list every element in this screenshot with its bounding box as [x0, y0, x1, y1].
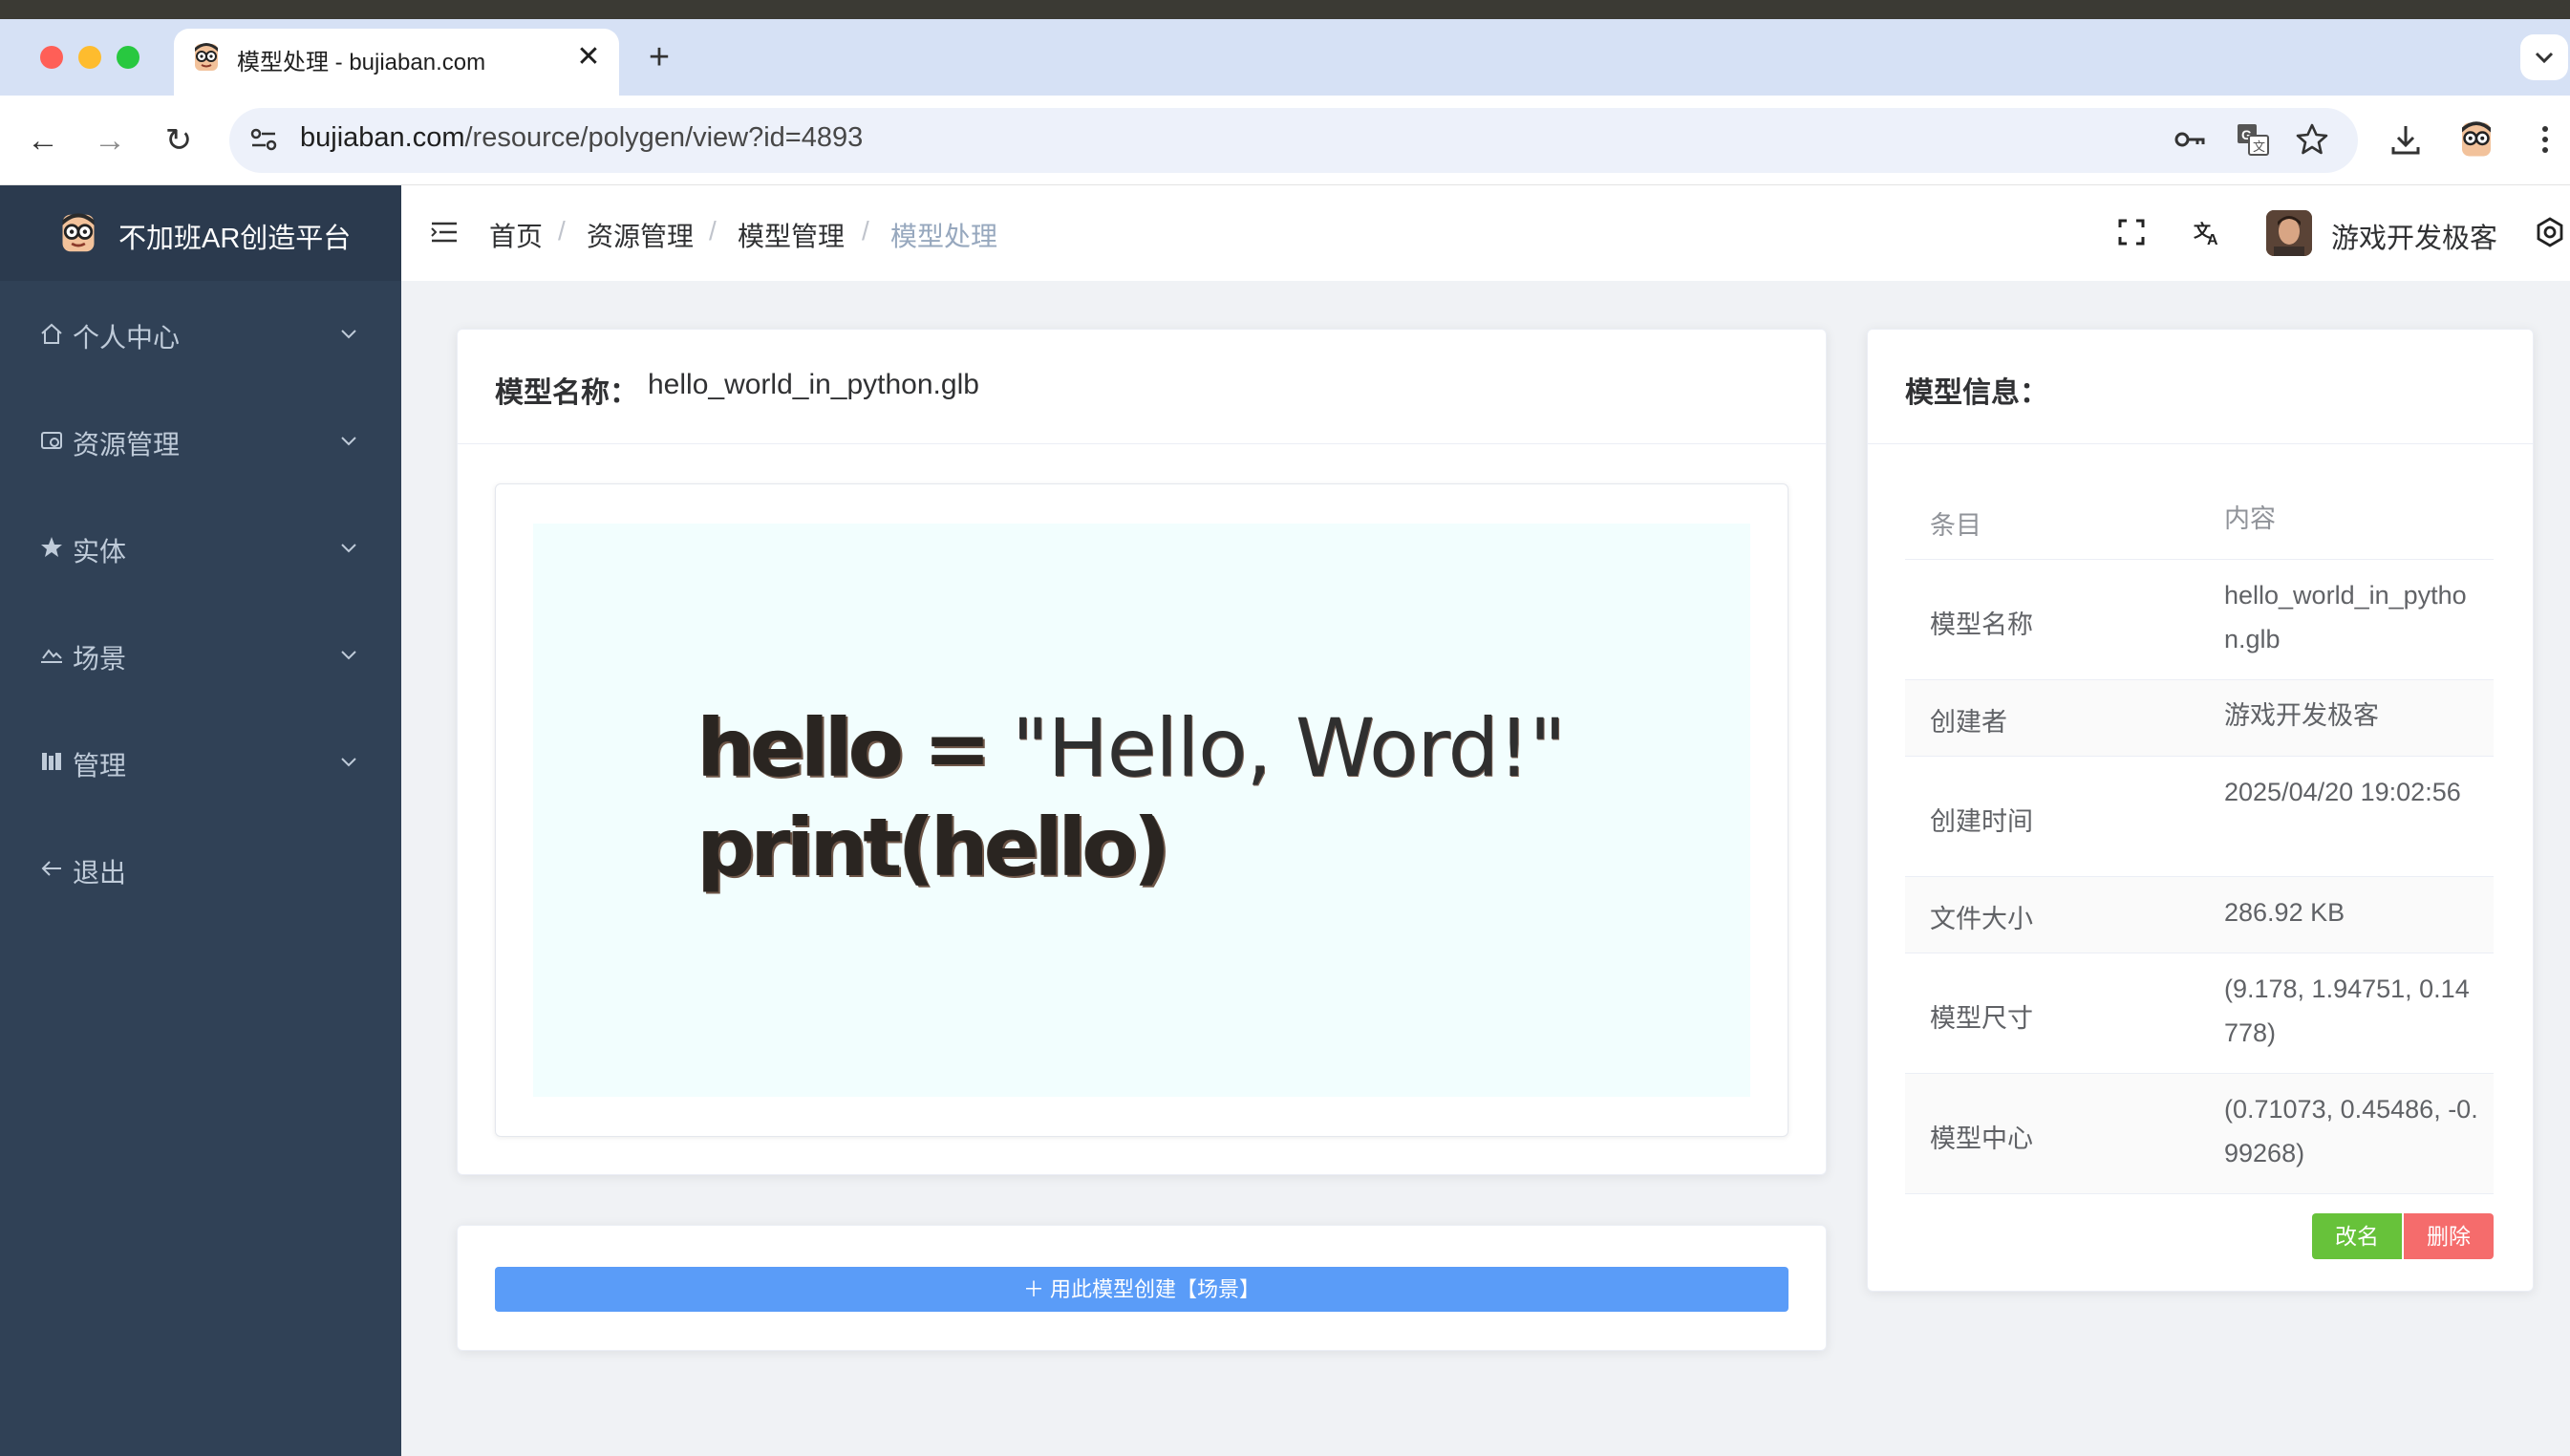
card-divider: [1867, 443, 2534, 444]
breadcrumb-separator: /: [558, 216, 566, 246]
row-key: 模型名称: [1930, 610, 2033, 639]
reload-button[interactable]: ↻: [157, 118, 201, 162]
sidebar-item-label: 场景: [73, 644, 127, 674]
back-button[interactable]: ←: [21, 118, 65, 162]
sidebar-item-scene[interactable]: 场景: [0, 602, 401, 707]
avatar-portrait-icon: [2266, 210, 2312, 256]
url-text[interactable]: bujiaban.com/resource/polygen/view?id=48…: [300, 122, 863, 154]
new-tab-button[interactable]: +: [640, 36, 678, 78]
create-scene-button[interactable]: ＋ 用此模型创建【场景】: [495, 1267, 1788, 1312]
password-key-icon[interactable]: [2171, 120, 2209, 159]
breadcrumb-home[interactable]: 首页: [489, 216, 543, 254]
row-key: 模型中心: [1930, 1124, 2033, 1153]
header-value: 内容: [2224, 504, 2276, 533]
table-header-row: 条目 内容: [1905, 483, 2494, 560]
model-name-value: hello_world_in_python.glb: [648, 369, 979, 400]
sidebar-item-resource-management[interactable]: 资源管理: [0, 388, 401, 493]
download-icon[interactable]: [2387, 120, 2425, 159]
tab-search-button[interactable]: [2520, 34, 2568, 80]
chevron-down-icon: [2535, 52, 2554, 64]
sidebar-item-logout[interactable]: 退出: [0, 816, 401, 921]
fullscreen-icon[interactable]: [2115, 216, 2148, 248]
breadcrumb-current: 模型处理: [890, 222, 998, 251]
resource-icon: [41, 432, 62, 449]
delete-button[interactable]: 删除: [2404, 1213, 2494, 1259]
row-value: (0.71073, 0.45486, -0.99268): [2224, 1095, 2478, 1167]
sidebar-item-entity[interactable]: 实体: [0, 495, 401, 600]
settings-hexagon-icon[interactable]: [2534, 216, 2566, 248]
row-value: 286.92 KB: [2224, 898, 2345, 927]
url-path: /resource/polygen/view?id=4893: [464, 122, 864, 153]
table-row: 模型尺寸 (9.178, 1.94751, 0.14778): [1905, 953, 2494, 1074]
breadcrumb-separator: /: [862, 216, 869, 246]
chevron-down-icon: [341, 651, 356, 660]
model-info-title: 模型信息：: [1905, 377, 2048, 409]
nerd-face-favicon-icon: [195, 43, 218, 71]
chevron-down-icon: [341, 437, 356, 446]
chevron-down-icon: [341, 544, 356, 553]
table-row: 文件大小 286.92 KB: [1905, 877, 2494, 953]
breadcrumb-model-management[interactable]: 模型管理: [738, 216, 845, 254]
svg-text:A: A: [2207, 232, 2218, 248]
sidebar-item-personal-center[interactable]: 个人中心: [0, 281, 401, 386]
landscape-icon: [41, 649, 62, 663]
row-key: 创建者: [1930, 708, 2007, 737]
url-host: bujiaban.com: [300, 122, 465, 153]
preview-text-string: "Hello, Word!": [1011, 701, 1566, 795]
rename-button[interactable]: 改名: [2312, 1213, 2402, 1259]
table-row: 模型中心 (0.71073, 0.45486, -0.99268): [1905, 1074, 2494, 1194]
collapse-menu-icon[interactable]: [428, 216, 460, 248]
sidebar-item-label: 管理: [73, 751, 127, 781]
table-row: 创建时间 2025/04/20 19:02:56: [1905, 757, 2494, 877]
breadcrumb-resource-management[interactable]: 资源管理: [587, 216, 694, 254]
desktop-strip: [0, 0, 2570, 19]
sidebar-item-label: 退出: [73, 858, 127, 888]
more-vertical-icon[interactable]: [2526, 120, 2564, 159]
translate-page-icon[interactable]: G 文: [2234, 120, 2272, 159]
preview-text-line-2: print(hello): [697, 801, 1170, 894]
manage-icon: [42, 753, 61, 770]
row-key: 文件大小: [1930, 905, 2033, 933]
top-navbar: [401, 185, 2570, 281]
sidebar-item-label: 个人中心: [73, 323, 181, 353]
profile-nerd-face-icon[interactable]: [2457, 120, 2495, 159]
bookmark-star-icon[interactable]: [2293, 120, 2331, 159]
sidebar-title: 不加班AR创造平台: [118, 224, 352, 254]
sidebar-item-manage[interactable]: 管理: [0, 709, 401, 814]
site-info-icon[interactable]: [246, 122, 281, 157]
chevron-down-icon: [341, 758, 356, 767]
star-icon: [41, 537, 62, 557]
row-value: hello_world_in_python.glb: [2224, 581, 2467, 653]
avatar[interactable]: [2266, 210, 2312, 256]
row-value: 2025/04/20 19:02:56: [2224, 778, 2461, 806]
maximize-window-button[interactable]: [117, 46, 139, 69]
row-key: 模型尺寸: [1930, 1004, 2033, 1033]
card-divider: [457, 443, 1827, 444]
svg-text:文: 文: [2253, 140, 2265, 155]
back-arrow-icon: [41, 861, 61, 876]
table-row: 创建者 游戏开发极客: [1905, 680, 2494, 757]
preview-text-code: hello =: [697, 701, 1012, 795]
chevron-down-icon: [341, 330, 356, 339]
minimize-window-button[interactable]: [78, 46, 101, 69]
header-key: 条目: [1930, 511, 1981, 540]
logo-nerd-face-icon: [62, 213, 95, 252]
home-icon: [41, 323, 62, 344]
breadcrumb-separator: /: [709, 216, 717, 246]
row-value: (9.178, 1.94751, 0.14778): [2224, 974, 2470, 1047]
row-key: 创建时间: [1930, 807, 2033, 836]
model-name-label: 模型名称：: [495, 377, 638, 409]
model-3d-viewer[interactable]: hello = "Hello, Word!" print(hello): [533, 524, 1750, 1097]
language-icon[interactable]: 文 A: [2192, 216, 2224, 248]
tab-close-icon[interactable]: ✕: [573, 38, 604, 76]
user-name[interactable]: 游戏开发极客: [2331, 216, 2497, 256]
forward-button[interactable]: →: [88, 118, 132, 162]
sidebar-item-label: 资源管理: [73, 430, 181, 460]
table-row: 模型名称 hello_world_in_python.glb: [1905, 560, 2494, 680]
close-window-button[interactable]: [40, 46, 63, 69]
preview-text-line-1: hello = "Hello, Word!": [697, 701, 1566, 795]
tab-title: 模型处理 - bujiaban.com: [237, 50, 486, 75]
sidebar-item-label: 实体: [73, 537, 127, 567]
row-value: 游戏开发极客: [2224, 701, 2379, 730]
